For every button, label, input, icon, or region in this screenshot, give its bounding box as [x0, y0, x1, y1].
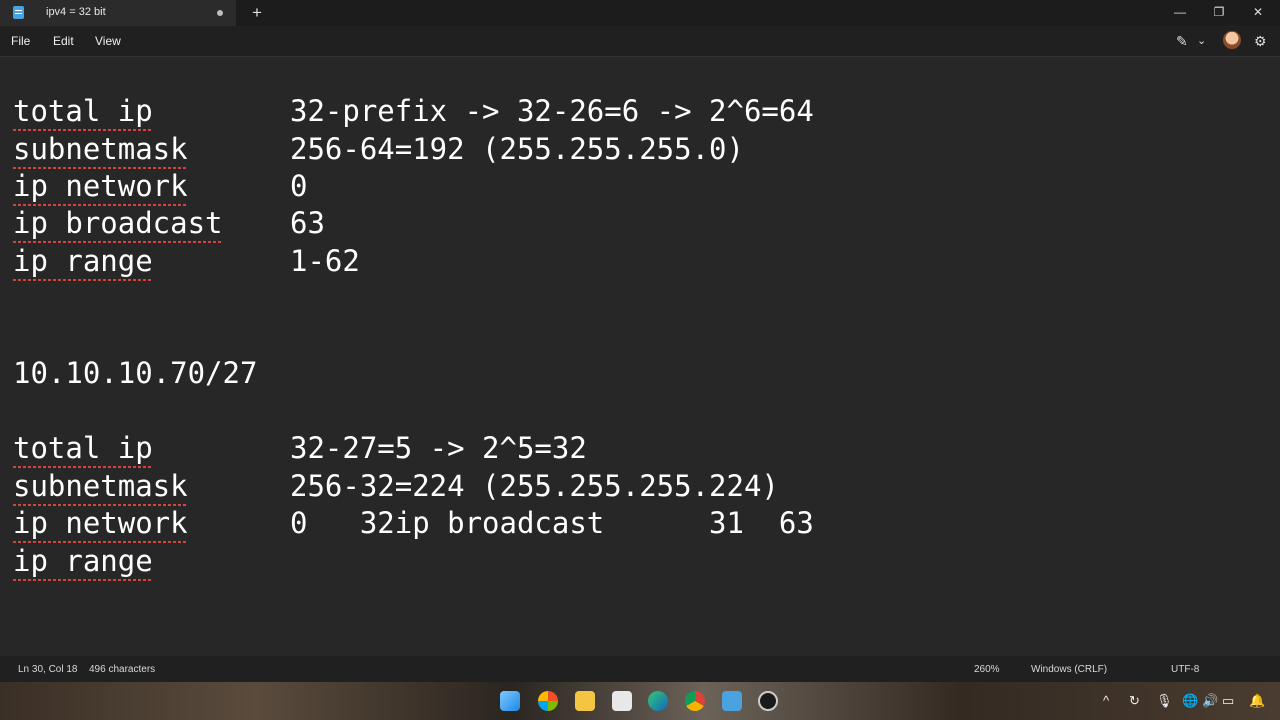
cursor-position: Ln 30, Col 18 [18, 664, 78, 675]
text-line: total ip 32-prefix -> 32-26=6 -> 2^6=64 [13, 94, 814, 131]
text-line: 10.10.10.70/27 [13, 356, 257, 393]
document-tab[interactable]: ipv4 = 32 bit [0, 0, 237, 26]
menu-view[interactable]: View [95, 34, 121, 48]
avatar[interactable] [1223, 31, 1241, 49]
obs-icon[interactable] [758, 691, 778, 711]
new-tab-button[interactable]: + [252, 3, 262, 23]
copilot-icon[interactable]: ✎ [1176, 32, 1188, 50]
minimize-button[interactable]: — [1170, 4, 1190, 20]
settings-icon[interactable]: ⚙ [1254, 32, 1267, 50]
line-label: 10.10.10.70/27 [13, 356, 258, 390]
close-button[interactable]: ✕ [1248, 4, 1268, 20]
text-line: ip network 0 [13, 169, 307, 206]
globe-icon[interactable]: 🌐 [1182, 693, 1198, 709]
tab-title: ipv4 = 32 bit [46, 6, 106, 18]
line-value: 32-27=5 -> 2^5=32 [290, 431, 587, 465]
line-label: subnetmask [13, 469, 188, 503]
sync-icon[interactable]: ↻ [1129, 693, 1140, 709]
text-line: ip range [13, 544, 153, 581]
character-count: 496 characters [89, 664, 156, 675]
tray-chevron-icon[interactable]: ^ [1103, 693, 1109, 709]
line-value: 1-62 [290, 244, 360, 278]
menu-bar: File Edit View ✎ ⌄ ⚙ [0, 26, 1280, 56]
chevron-down-icon[interactable]: ⌄ [1197, 32, 1206, 50]
line-label: ip network [13, 169, 188, 203]
encoding[interactable]: UTF-8 [1171, 664, 1199, 675]
menu-edit[interactable]: Edit [53, 34, 74, 48]
chrome-icon[interactable] [685, 691, 705, 711]
line-value: 0 [290, 169, 308, 203]
text-line: total ip 32-27=5 -> 2^5=32 [13, 431, 587, 468]
store-icon[interactable] [612, 691, 632, 711]
line-label: ip network [13, 506, 188, 540]
text-line: ip range 1-62 [13, 244, 360, 281]
start-icon[interactable] [500, 691, 520, 711]
text-line: subnetmask 256-32=224 (255.255.255.224) [13, 469, 779, 506]
text-line: ip broadcast 63 [13, 206, 325, 243]
line-ending[interactable]: Windows (CRLF) [1031, 664, 1107, 675]
maximize-button[interactable]: ❐ [1209, 4, 1229, 20]
notepad-taskbar-icon[interactable] [722, 691, 742, 711]
taskbar: ^ ↻ 🎙 🌐 🔊 ▭ 🔔 [0, 682, 1280, 720]
line-value: 256-64=192 (255.255.255.0) [290, 132, 744, 166]
text-line: subnetmask 256-64=192 (255.255.255.0) [13, 132, 744, 169]
line-label: ip range [13, 544, 153, 578]
menu-file[interactable]: File [11, 34, 30, 48]
line-label: total ip [13, 431, 153, 465]
line-label: ip broadcast [13, 206, 223, 240]
zoom-level[interactable]: 260% [974, 664, 1000, 675]
edge-icon[interactable] [648, 691, 668, 711]
battery-icon[interactable]: ▭ [1222, 693, 1234, 709]
file-explorer-icon[interactable] [575, 691, 595, 711]
microphone-icon[interactable]: 🎙 [1156, 693, 1173, 709]
line-value: 63 [290, 206, 325, 240]
notepad-icon [13, 6, 24, 19]
text-editor[interactable]: total ip 32-prefix -> 32-26=6 -> 2^6=64 s… [0, 56, 1280, 657]
unsaved-dot-icon[interactable] [217, 10, 223, 16]
line-value: 0 32ip broadcast 31 63 [290, 506, 814, 540]
copilot-app-icon[interactable] [538, 691, 558, 711]
title-bar: ipv4 = 32 bit + — ❐ ✕ [0, 0, 1280, 26]
line-value: 256-32=224 (255.255.255.224) [290, 469, 779, 503]
line-label: total ip [13, 94, 153, 128]
line-value: 32-prefix -> 32-26=6 -> 2^6=64 [290, 94, 814, 128]
status-bar: Ln 30, Col 18 496 characters 260% Window… [0, 656, 1280, 682]
notification-bell-icon[interactable]: 🔔 [1249, 693, 1265, 709]
line-label: ip range [13, 244, 153, 278]
line-label: subnetmask [13, 132, 188, 166]
text-line: ip network 0 32ip broadcast 31 63 [13, 506, 814, 543]
volume-icon[interactable]: 🔊 [1202, 693, 1218, 709]
